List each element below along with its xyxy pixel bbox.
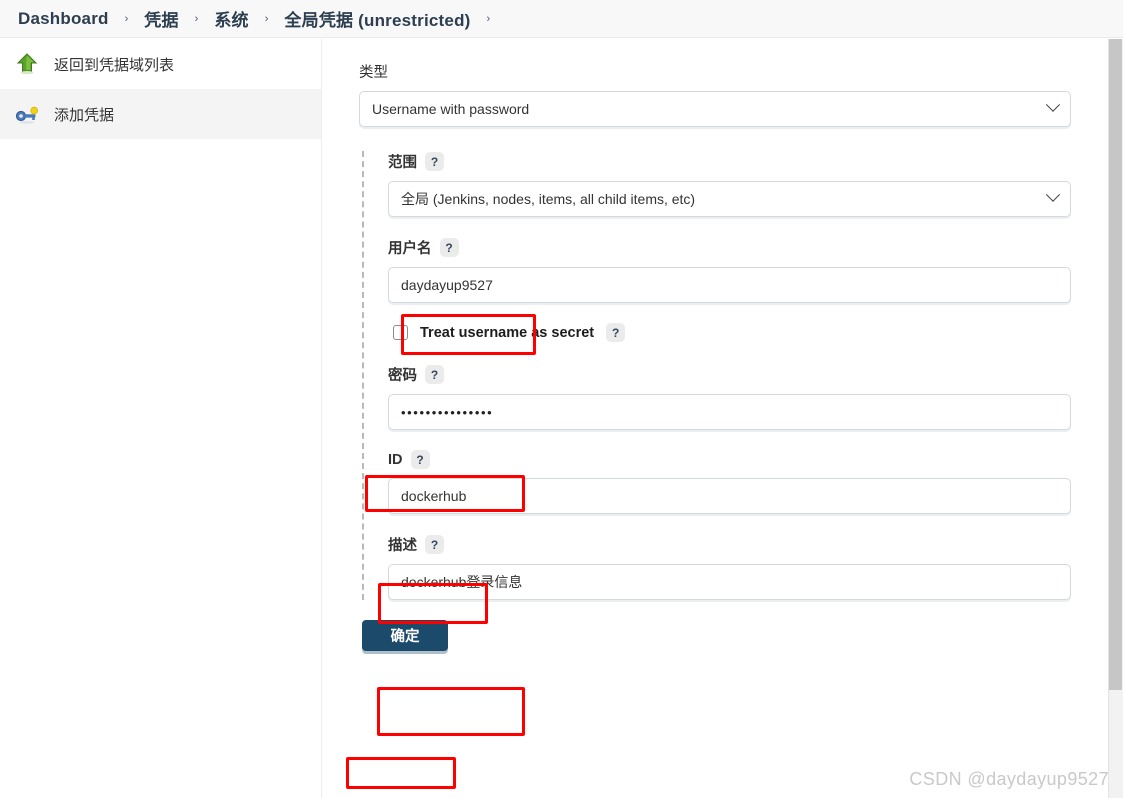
treat-username-as-secret-row[interactable]: Treat username as secret ? xyxy=(393,323,1071,342)
breadcrumb-item-dashboard[interactable]: Dashboard xyxy=(12,9,115,29)
treat-username-as-secret-checkbox[interactable] xyxy=(393,325,408,340)
help-icon[interactable]: ? xyxy=(410,450,430,469)
credential-form: 类型 Username with password 范围 ? 全局 (Jenki… xyxy=(323,39,1099,798)
breadcrumb-item-system[interactable]: 系统 xyxy=(208,6,254,31)
id-input-value: dockerhub xyxy=(401,488,467,504)
id-input[interactable]: dockerhub xyxy=(388,478,1071,514)
password-input[interactable]: ••••••••••••••• xyxy=(388,394,1071,430)
scope-label: 范围 xyxy=(388,155,417,171)
jenkins-credentials-page: Dashboard › 凭据 › 系统 › 全局凭据 (unrestricted… xyxy=(0,0,1123,798)
password-input-value: ••••••••••••••• xyxy=(401,404,494,420)
breadcrumb-separator-icon: › xyxy=(194,12,199,25)
breadcrumb-separator-icon: › xyxy=(124,12,129,25)
username-label: 用户名 xyxy=(388,241,432,257)
credential-details-group: 范围 ? 全局 (Jenkins, nodes, items, all chil… xyxy=(362,151,1099,600)
sidebar-item-label: 添加凭据 xyxy=(54,106,115,124)
key-icon xyxy=(14,101,40,127)
chevron-down-icon xyxy=(1045,187,1061,202)
vertical-scrollbar-thumb[interactable] xyxy=(1109,39,1122,690)
help-icon[interactable]: ? xyxy=(425,535,444,554)
help-icon[interactable]: ? xyxy=(425,152,444,171)
sidebar-item-add-credential[interactable]: 添加凭据 xyxy=(0,89,321,139)
up-arrow-icon xyxy=(14,51,40,77)
watermark: CSDN @daydayup9527 xyxy=(909,769,1109,789)
sidebar-item-back-to-domain-list[interactable]: 返回到凭据域列表 xyxy=(0,39,321,89)
type-label: 类型 xyxy=(359,65,388,81)
description-field-group: 描述 ? dockerhub登录信息 xyxy=(388,534,1071,600)
type-select[interactable]: Username with password xyxy=(359,91,1071,127)
id-label: ID xyxy=(388,451,403,468)
description-input-value: dockerhub登录信息 xyxy=(401,574,523,590)
description-label-row: 描述 ? xyxy=(388,534,1071,555)
scope-select[interactable]: 全局 (Jenkins, nodes, items, all child ite… xyxy=(388,181,1071,217)
help-icon[interactable]: ? xyxy=(425,365,444,384)
password-label-row: 密码 ? xyxy=(388,364,1071,385)
id-label-row: ID ? xyxy=(388,450,1071,469)
submit-button[interactable]: 确定 xyxy=(362,620,448,651)
id-field-group: ID ? dockerhub xyxy=(388,450,1071,514)
username-label-row: 用户名 ? xyxy=(388,237,1071,258)
sidebar: 返回到凭据域列表 添加凭据 xyxy=(0,39,322,798)
password-label: 密码 xyxy=(388,368,417,384)
help-icon[interactable]: ? xyxy=(606,323,626,342)
scope-select-value: 全局 (Jenkins, nodes, items, all child ite… xyxy=(401,191,696,207)
help-icon[interactable]: ? xyxy=(439,238,459,257)
breadcrumb-item-credentials[interactable]: 凭据 xyxy=(138,6,184,31)
breadcrumb-separator-icon: › xyxy=(264,12,269,25)
form-actions: 确定 xyxy=(362,620,1099,651)
description-label: 描述 xyxy=(388,538,417,554)
description-input[interactable]: dockerhub登录信息 xyxy=(388,564,1071,600)
username-field-group: 用户名 ? daydayup9527 xyxy=(388,237,1071,303)
type-select-value: Username with password xyxy=(372,101,530,117)
vertical-scrollbar-track[interactable] xyxy=(1108,39,1123,798)
username-input-value: daydayup9527 xyxy=(401,277,493,293)
password-field-group: 密码 ? ••••••••••••••• xyxy=(388,364,1071,430)
sidebar-item-label: 返回到凭据域列表 xyxy=(54,56,175,74)
breadcrumb: Dashboard › 凭据 › 系统 › 全局凭据 (unrestricted… xyxy=(0,0,1123,38)
type-field-group: 类型 Username with password xyxy=(323,61,1099,127)
breadcrumb-item-global-credentials[interactable]: 全局凭据 (unrestricted) xyxy=(278,6,476,31)
breadcrumb-separator-icon[interactable]: › xyxy=(477,13,501,25)
scope-field-group: 范围 ? 全局 (Jenkins, nodes, items, all chil… xyxy=(388,151,1071,217)
treat-username-as-secret-label: Treat username as secret xyxy=(420,324,595,341)
scope-label-row: 范围 ? xyxy=(388,151,1071,172)
username-input[interactable]: daydayup9527 xyxy=(388,267,1071,303)
chevron-down-icon xyxy=(1045,97,1061,112)
